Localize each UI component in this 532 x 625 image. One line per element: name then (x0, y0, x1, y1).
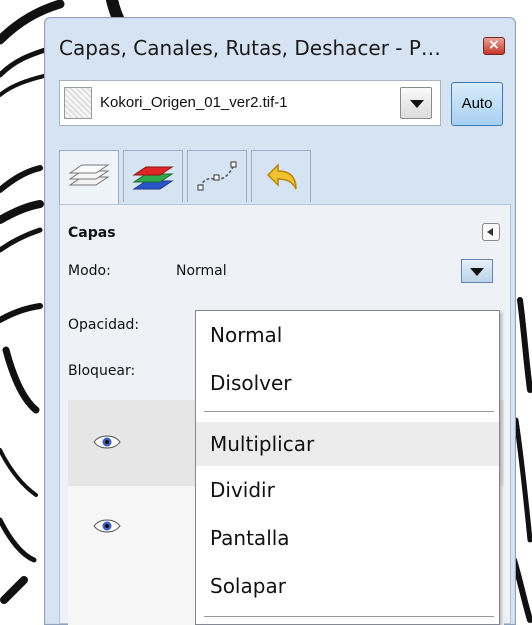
panel-menu-button[interactable] (482, 223, 500, 241)
chevron-down-icon (410, 100, 424, 108)
mode-dropdown-button[interactable] (461, 259, 493, 283)
lock-label: Bloquear: (68, 363, 136, 379)
menu-separator (204, 616, 494, 617)
title-bar[interactable]: Capas, Canales, Rutas, Deshacer - P… × (45, 18, 515, 60)
channels-icon (132, 166, 174, 190)
layers-icon (68, 164, 110, 186)
image-dropdown-button[interactable] (400, 87, 432, 119)
mode-dropdown-menu: Normal Disolver Multiplicar Dividir Pant… (195, 310, 500, 625)
close-icon: × (488, 37, 500, 53)
menu-item-solapar[interactable]: Solapar (196, 564, 499, 608)
menu-separator (204, 411, 494, 412)
menu-item-pantalla[interactable]: Pantalla (196, 516, 499, 560)
mode-value[interactable]: Normal (176, 263, 227, 279)
close-button[interactable]: × (483, 37, 505, 55)
chevron-down-icon (470, 268, 484, 276)
menu-item-normal[interactable]: Normal (196, 313, 499, 357)
paths-icon (197, 161, 237, 191)
tab-undo[interactable] (251, 150, 311, 202)
menu-item-disolver[interactable]: Disolver (196, 361, 499, 405)
chevron-left-icon (487, 228, 493, 236)
image-selector[interactable]: Kokori_Origen_01_ver2.tif-1 (59, 80, 441, 126)
eye-icon[interactable] (92, 516, 122, 536)
tab-paths[interactable] (187, 150, 247, 202)
image-name: Kokori_Origen_01_ver2.tif-1 (100, 94, 288, 111)
menu-item-multiplicar[interactable]: Multiplicar (196, 422, 499, 466)
undo-icon (266, 163, 297, 190)
window-title: Capas, Canales, Rutas, Deshacer - P… (59, 36, 441, 60)
menu-item-dividir[interactable]: Dividir (196, 468, 499, 512)
auto-button[interactable]: Auto (451, 82, 503, 126)
eye-icon[interactable] (92, 432, 122, 452)
tab-channels[interactable] (123, 150, 183, 202)
tab-layers[interactable] (59, 150, 119, 206)
opacity-label: Opacidad: (68, 317, 140, 333)
panel-title: Capas (68, 225, 116, 241)
image-thumbnail (64, 87, 92, 119)
mode-label: Modo: (68, 263, 111, 279)
